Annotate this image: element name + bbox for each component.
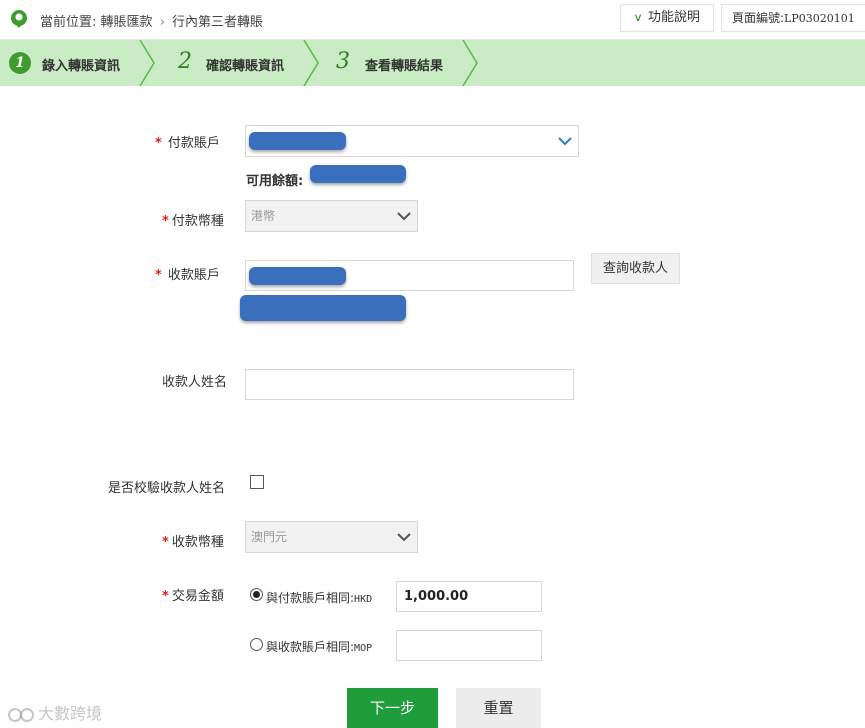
recv-currency-label: * 收款幣種 [162, 535, 224, 550]
steps-bar: 1 錄入轉賬資訊 2 確認轉賬資訊 3 查看轉賬結果 [0, 40, 865, 86]
amount-same-as-pay-label: 與付款賬戶相同:HKD [266, 591, 373, 605]
step-divider-icon [462, 40, 478, 86]
step-2-number: 2 [178, 49, 192, 74]
verify-name-label: 是否校驗收款人姓名 [108, 481, 226, 496]
help-button-label: 功能說明 [648, 10, 701, 25]
reset-button[interactable]: 重置 [456, 688, 541, 728]
pay-account-select[interactable] [245, 125, 579, 157]
required-mark: * [155, 136, 162, 151]
chevron-down-icon [552, 126, 578, 156]
breadcrumb-separator: › [159, 15, 165, 30]
page-code-label: 頁面編號: [732, 11, 785, 25]
currency-code: HKD [354, 594, 373, 605]
chevron-down-icon: ∨ [633, 11, 643, 24]
recv-currency-select[interactable]: 澳門元 [245, 521, 418, 553]
step-3-label: 查看轉賬結果 [365, 59, 444, 74]
amount-same-as-pay-radio[interactable] [250, 588, 263, 601]
amount-hkd-value: 1,000.00 [404, 589, 469, 604]
step-3-number: 3 [336, 49, 350, 74]
pay-currency-value: 港幣 [251, 209, 276, 223]
help-button[interactable]: ∨ 功能說明 [620, 4, 714, 32]
step-1-number: 1 [9, 52, 31, 74]
verify-name-checkbox[interactable] [250, 475, 264, 489]
pay-account-label: * 付款賬戶 [155, 136, 220, 151]
watermark-logo-icon [8, 707, 34, 722]
redacted-account [249, 132, 346, 150]
watermark: 大數跨境 [8, 700, 102, 724]
pay-currency-label: * 付款幣種 [162, 214, 224, 229]
pay-currency-select[interactable]: 港幣 [245, 200, 418, 232]
step-1-label: 錄入轉賬資訊 [42, 59, 121, 74]
payee-name-label: 收款人姓名 [162, 375, 228, 390]
redacted-account [249, 267, 346, 285]
top-bar: 當前位置: 轉賬匯款 › 行內第三者轉賬 ∨ 功能說明 頁面編號:LP030201… [0, 0, 865, 40]
chevron-down-icon [391, 201, 417, 231]
currency-code: MOP [354, 643, 373, 654]
recv-account-label: * 收款賬戶 [155, 268, 220, 283]
amount-same-as-recv-radio[interactable] [250, 638, 263, 651]
page-code: 頁面編號:LP03020101 [721, 4, 865, 32]
lookup-payee-button[interactable]: 查詢收款人 [591, 253, 680, 284]
next-button[interactable]: 下一步 [347, 688, 438, 728]
amount-same-as-recv-label: 與收款賬戶相同:MOP [266, 640, 373, 654]
recv-currency-value: 澳門元 [251, 530, 288, 544]
payee-name-input[interactable] [245, 369, 574, 400]
recv-account-input[interactable] [245, 260, 574, 291]
redacted-payee-info [240, 295, 406, 321]
breadcrumb-item-third-party: 行內第三者轉賬 [172, 15, 264, 30]
amount-mop-input[interactable] [396, 630, 542, 661]
step-divider-icon [139, 40, 155, 86]
amount-hkd-input[interactable]: 1,000.00 [396, 581, 542, 612]
location-pin-icon [11, 10, 27, 28]
step-divider-icon [303, 40, 319, 86]
breadcrumb: 當前位置: 轉賬匯款 › 行內第三者轉賬 [40, 11, 263, 30]
page-code-value: LP03020101 [784, 12, 855, 25]
balance-label: 可用餘額: [246, 174, 304, 189]
location-label: 當前位置: [40, 15, 97, 30]
amount-label: * 交易金額 [162, 589, 224, 604]
chevron-down-icon [391, 522, 417, 552]
redacted-balance [310, 165, 406, 183]
step-2-label: 確認轉賬資訊 [206, 59, 285, 74]
breadcrumb-item-transfer[interactable]: 轉賬匯款 [101, 15, 153, 30]
